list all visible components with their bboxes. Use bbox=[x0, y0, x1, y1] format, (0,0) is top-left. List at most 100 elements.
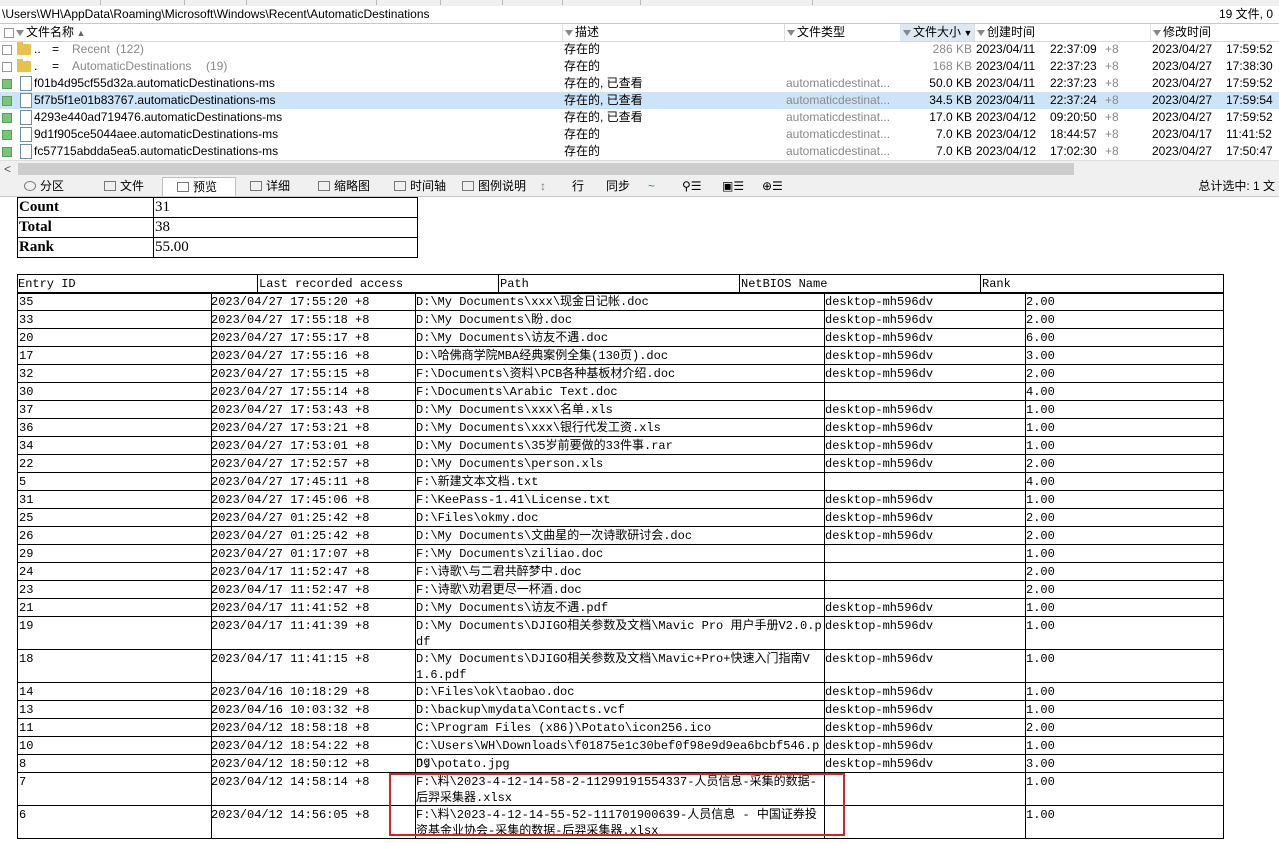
file-row[interactable]: 4293e440ad719476.automaticDestinations-m… bbox=[0, 109, 1279, 126]
horizontal-scrollbar[interactable]: < bbox=[0, 160, 1279, 177]
tab-thumbnails[interactable]: 缩略图 bbox=[318, 177, 370, 196]
binoculars-icon[interactable]: ⚲☰ bbox=[682, 177, 702, 196]
file-type: automaticdestinat... bbox=[786, 76, 891, 90]
file-row[interactable]: . = AutomaticDestinations (19) 存在的 168 KB 2023… bbox=[0, 58, 1279, 75]
modified-date: 2023/04/27 bbox=[1152, 93, 1213, 107]
created-tz: +8 bbox=[1105, 127, 1119, 141]
path-bar[interactable]: \Users\WH\AppData\Roaming\Microsoft\Wind… bbox=[0, 6, 1279, 24]
table-row: 18 2023/04/17 11:41:15 +8 D:\My Documents\… bbox=[18, 650, 1223, 683]
file-size: 50.0 KB bbox=[929, 76, 972, 90]
entry-rank: 6.00 bbox=[1026, 331, 1055, 345]
filter-icon[interactable] bbox=[16, 29, 24, 36]
row-checkbox[interactable] bbox=[2, 113, 12, 123]
table-row: 26 2023/04/27 01:25:42 +8 D:\My Documents\… bbox=[18, 527, 1223, 545]
entry-id: 25 bbox=[19, 511, 34, 525]
entry-rank: 1.00 bbox=[1026, 652, 1055, 666]
target-icon[interactable]: ⊕☰ bbox=[762, 177, 783, 196]
scrollbar-thumb[interactable] bbox=[18, 163, 1074, 175]
table-row: 20 2023/04/27 17:55:17 +8 D:\My Documents\… bbox=[18, 329, 1223, 347]
summary-key: Count bbox=[17, 197, 154, 218]
entry-id: 20 bbox=[19, 331, 34, 345]
tab-details[interactable]: 详细 bbox=[250, 177, 290, 196]
row-checkbox[interactable] bbox=[2, 62, 12, 72]
summary-value: 38 bbox=[153, 217, 418, 238]
modified-date: 2023/04/17 bbox=[1152, 127, 1213, 141]
filter-icon[interactable] bbox=[1153, 29, 1161, 36]
file-row[interactable]: f01b4d95cf55d32a.automaticDestinations-m… bbox=[0, 75, 1279, 92]
col-desc-header[interactable]: 描述 bbox=[562, 24, 785, 41]
file-type: automaticdestinat... bbox=[786, 110, 891, 124]
last-access: 2023/04/27 17:55:20 +8 bbox=[211, 295, 370, 309]
details-icon bbox=[250, 181, 262, 191]
filter-icon[interactable] bbox=[903, 29, 911, 36]
view-tabs: 分区 文件 预览 详细 缩略图 时间轴 图例说明 ↕ 行 同步 ~ ⚲☰ ▣☰ … bbox=[0, 177, 1279, 197]
last-access: 2023/04/17 11:52:47 +8 bbox=[211, 583, 370, 597]
scroll-left-icon[interactable]: < bbox=[4, 161, 11, 177]
tab-file[interactable]: 文件 bbox=[104, 177, 144, 196]
created-tz: +8 bbox=[1105, 144, 1119, 158]
updown-icon[interactable]: ↕ bbox=[540, 177, 546, 196]
tab-row[interactable]: 行 bbox=[572, 177, 584, 196]
entry-rank: 2.00 bbox=[1026, 511, 1055, 525]
netbios-name: desktop-mh596dv bbox=[825, 403, 934, 417]
file-desc: 存在的, 已查看 bbox=[564, 93, 643, 107]
created-tz: +8 bbox=[1105, 93, 1119, 107]
row-checkbox[interactable] bbox=[2, 147, 12, 157]
netbios-name: desktop-mh596dv bbox=[825, 757, 934, 771]
tab-timeline[interactable]: 时间轴 bbox=[394, 177, 446, 196]
selection-summary: 总计选中: 1 文 bbox=[1198, 179, 1275, 193]
tab-legend[interactable]: 图例说明 bbox=[462, 177, 526, 196]
entry-id: 36 bbox=[19, 421, 34, 435]
tab-sync[interactable]: 同步 bbox=[606, 177, 630, 196]
netbios-name: desktop-mh596dv bbox=[825, 313, 934, 327]
last-access: 2023/04/27 17:53:21 +8 bbox=[211, 421, 370, 435]
find-list-icon[interactable]: ▣☰ bbox=[722, 177, 744, 196]
col-created-header[interactable]: 创建时间 bbox=[974, 24, 1151, 41]
table-row: 14 2023/04/16 10:18:29 +8 D:\Files\ok\taob… bbox=[18, 683, 1223, 701]
sort-desc-icon: ▼ bbox=[961, 28, 973, 38]
table-row: 37 2023/04/27 17:53:43 +8 D:\My Documents\… bbox=[18, 401, 1223, 419]
file-size: 7.0 KB bbox=[935, 144, 972, 158]
row-checkbox[interactable] bbox=[2, 96, 12, 106]
last-access: 2023/04/27 17:45:06 +8 bbox=[211, 493, 370, 507]
table-row: 30 2023/04/27 17:55:14 +8 F:\Documents\Ara… bbox=[18, 383, 1223, 401]
entry-rank: 4.00 bbox=[1026, 475, 1055, 489]
netbios-name: desktop-mh596dv bbox=[825, 619, 934, 633]
last-access: 2023/04/12 18:58:18 +8 bbox=[211, 721, 370, 735]
filter-icon[interactable] bbox=[565, 29, 573, 36]
select-all-checkbox[interactable] bbox=[4, 28, 14, 38]
col-modified-header[interactable]: 修改时间 bbox=[1150, 24, 1279, 41]
netbios-name: desktop-mh596dv bbox=[825, 457, 934, 471]
filter-icon[interactable] bbox=[787, 29, 795, 36]
entry-rank: 2.00 bbox=[1026, 313, 1055, 327]
file-row[interactable]: 5f7b5f1e01b83767.automaticDestinations-m… bbox=[0, 92, 1279, 109]
entry-id: 6 bbox=[19, 808, 27, 822]
entry-rank: 2.00 bbox=[1026, 529, 1055, 543]
file-row[interactable]: fc57715abdda5ea5.automaticDestinations-m… bbox=[0, 143, 1279, 160]
modified-time: 17:59:52 bbox=[1226, 76, 1273, 90]
entry-path: D:\My Documents\DJIGO相关参数及文档\Mavic Pro 用… bbox=[416, 619, 822, 649]
row-checkbox[interactable] bbox=[2, 45, 12, 55]
wave-icon[interactable]: ~ bbox=[648, 177, 655, 196]
col-type-header[interactable]: 文件类型 bbox=[784, 24, 901, 41]
netbios-name: desktop-mh596dv bbox=[825, 511, 934, 525]
last-access: 2023/04/27 17:55:17 +8 bbox=[211, 331, 370, 345]
col-name-header[interactable]: 文件名称 ▲ bbox=[0, 24, 563, 41]
file-row[interactable]: .. = Recent (122) 存在的 286 KB 2023/04/11 22:37:0… bbox=[0, 41, 1279, 58]
entry-path: D:\My Documents\xxx\银行代发工资.xls bbox=[416, 421, 661, 435]
entry-path: D:\My Documents\访友不遇.doc bbox=[416, 331, 609, 345]
file-desc: 存在的, 已查看 bbox=[564, 110, 643, 124]
netbios-name: desktop-mh596dv bbox=[825, 295, 934, 309]
entries-table: 35 2023/04/27 17:55:20 +8 D:\My Documents\… bbox=[17, 293, 1224, 839]
entry-rank: 1.00 bbox=[1026, 739, 1055, 753]
col-size-header[interactable]: 文件大小 ▼ bbox=[900, 24, 975, 41]
created-time: 22:37:09 bbox=[1050, 42, 1097, 56]
tab-preview[interactable]: 预览 bbox=[162, 177, 236, 196]
row-checkbox[interactable] bbox=[2, 79, 12, 89]
filter-icon[interactable] bbox=[977, 29, 985, 36]
file-name: 9d1f905ce5044aee.automaticDestinations-m… bbox=[34, 127, 279, 141]
file-row[interactable]: 9d1f905ce5044aee.automaticDestinations-m… bbox=[0, 126, 1279, 143]
tab-partition[interactable]: 分区 bbox=[24, 177, 64, 196]
table-row: 19 2023/04/17 11:41:39 +8 D:\My Documents\… bbox=[18, 617, 1223, 650]
row-checkbox[interactable] bbox=[2, 130, 12, 140]
